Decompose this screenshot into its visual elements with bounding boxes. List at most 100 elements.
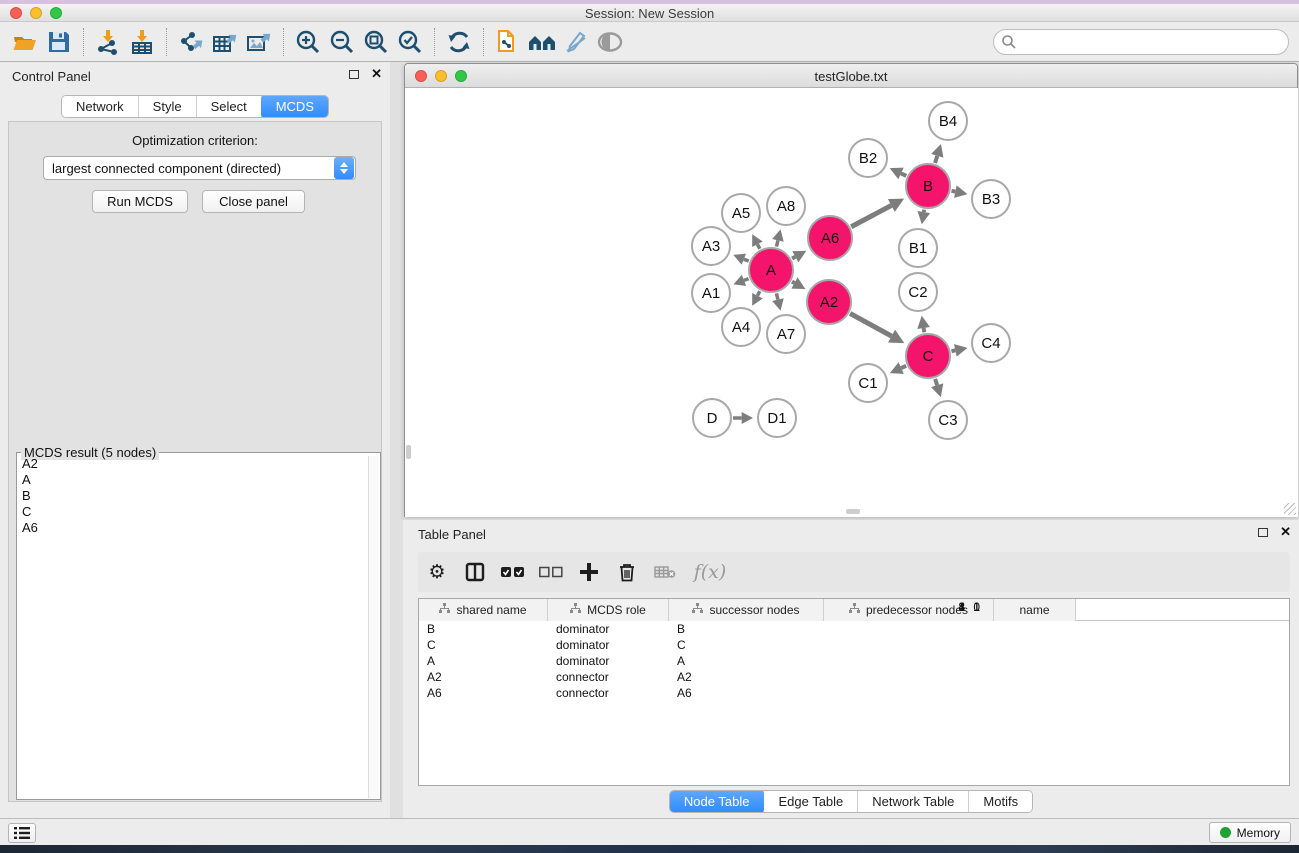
first-neighbors-icon[interactable] [525,26,559,58]
network-canvas[interactable]: B4B2BB3A8A5A6A3B1AA1C2A2A4A7C4CC1C3DD1 [405,88,1298,517]
edge-A-A4[interactable] [757,291,759,295]
table-cell[interactable]: C [669,637,751,653]
table-cell[interactable]: B [419,621,548,637]
tab-motifs[interactable]: Motifs [969,791,1032,812]
tab-network[interactable]: Network [62,96,139,117]
export-image-icon[interactable] [242,26,276,58]
zoom-fit-icon[interactable] [359,26,393,58]
vertical-scroll-thumb[interactable] [406,445,411,459]
table-cell[interactable]: connector [548,669,669,685]
save-session-icon[interactable] [42,26,76,58]
graph-node-C4[interactable]: C4 [972,324,1010,362]
edge-A-A6[interactable] [792,257,795,259]
column-header-shared-name[interactable]: shared name [419,599,548,621]
edge-A-A5[interactable] [757,244,759,248]
edge-A-A2[interactable] [792,282,794,283]
graph-node-A3[interactable]: A3 [692,227,730,265]
tab-edge-table[interactable]: Edge Table [764,791,858,812]
float-table-panel-icon[interactable] [1258,528,1268,537]
open-session-icon[interactable] [8,26,42,58]
edge-C-C4[interactable] [952,350,956,351]
table-cell[interactable]: B [669,621,751,637]
graph-node-A2[interactable]: A2 [807,280,851,324]
network-window-titlebar[interactable]: testGlobe.txt [405,64,1297,88]
graph-node-B2[interactable]: B2 [849,139,887,177]
graph-node-C1[interactable]: C1 [849,364,887,402]
table-row[interactable]: A6connector11A6 [419,685,1289,701]
delete-row-icon[interactable] [608,555,646,589]
edge-A-A8[interactable] [776,240,777,246]
export-table-icon[interactable] [208,26,242,58]
close-panel-icon[interactable]: ✕ [371,69,382,79]
edge-A-A1[interactable] [744,279,749,281]
column-header-successor-nodes[interactable]: successor nodes [669,599,824,621]
select-all-icon[interactable] [494,555,532,589]
zoom-in-icon[interactable] [291,26,325,58]
birdseye-view-icon[interactable] [593,26,627,58]
graph-node-C3[interactable]: C3 [929,401,967,439]
settings-gear-icon[interactable]: ⚙ [418,555,456,589]
column-header-name[interactable]: name [994,599,1076,621]
graph-node-A1[interactable]: A1 [692,274,730,312]
export-network-icon[interactable] [174,26,208,58]
graph-node-B1[interactable]: B1 [899,229,937,267]
graph-node-D1[interactable]: D1 [758,399,796,437]
delete-table-icon[interactable] [646,555,684,589]
table-cell[interactable]: A [419,653,548,669]
run-mcds-button[interactable]: Run MCDS [92,190,188,213]
table-cell[interactable]: A2 [419,669,548,685]
edge-C-C3[interactable] [935,379,937,385]
resize-grip[interactable] [1284,503,1296,515]
close-panel-button[interactable]: Close panel [202,190,305,213]
mcds-result-item[interactable]: A6 [18,520,368,536]
graph-node-A4[interactable]: A4 [722,308,760,346]
graph-node-A7[interactable]: A7 [767,315,805,353]
table-cell[interactable]: A6 [669,685,751,701]
column-header-MCDS-role[interactable]: MCDS role [548,599,669,621]
tab-network-table[interactable]: Network Table [858,791,969,812]
task-history-icon[interactable] [8,823,36,843]
mcds-result-item[interactable]: A2 [18,456,368,472]
edge-A2-C[interactable] [850,313,891,336]
graph-node-A6[interactable]: A6 [808,216,852,260]
criterion-dropdown[interactable]: largest connected component (directed) [43,156,356,180]
edge-A6-B[interactable] [851,205,891,226]
mcds-result-item[interactable]: C [18,504,368,520]
table-cell[interactable]: dominator [548,621,669,637]
tab-style[interactable]: Style [139,96,197,117]
table-cell[interactable]: A6 [419,685,548,701]
tab-node-table[interactable]: Node Table [669,790,766,813]
edge-B-B2[interactable] [901,173,906,175]
table-cell[interactable]: dominator [548,653,669,669]
mcds-result-item[interactable]: A [18,472,368,488]
graph-node-C[interactable]: C [906,334,950,378]
graph-node-A[interactable]: A [749,248,793,292]
edge-A-A7[interactable] [776,293,777,299]
refresh-icon[interactable] [442,26,476,58]
tab-select[interactable]: Select [197,96,262,117]
graph-node-B4[interactable]: B4 [929,102,967,140]
zoom-out-icon[interactable] [325,26,359,58]
panel-splitter[interactable] [390,62,403,818]
edge-C-C2[interactable] [924,328,925,332]
float-panel-icon[interactable] [349,70,359,79]
mcds-result-item[interactable]: B [18,488,368,504]
import-network-icon[interactable] [91,26,125,58]
table-cell[interactable]: dominator [548,637,669,653]
tab-mcds[interactable]: MCDS [261,95,329,118]
table-cell[interactable]: A2 [669,669,751,685]
zoom-selected-icon[interactable] [393,26,427,58]
table-cell[interactable]: 1 [822,599,992,786]
horizontal-scroll-thumb[interactable] [846,509,860,514]
table-cell[interactable]: connector [548,685,669,701]
graph-node-B3[interactable]: B3 [972,180,1010,218]
graph-node-D[interactable]: D [693,399,731,437]
edge-A-A3[interactable] [744,259,749,261]
search-input[interactable] [993,29,1289,55]
graph-node-A5[interactable]: A5 [722,194,760,232]
show-hide-column-icon[interactable] [456,555,494,589]
add-row-icon[interactable] [570,555,608,589]
graph-node-C2[interactable]: C2 [899,273,937,311]
deselect-all-icon[interactable] [532,555,570,589]
table-cell[interactable]: A [669,653,751,669]
